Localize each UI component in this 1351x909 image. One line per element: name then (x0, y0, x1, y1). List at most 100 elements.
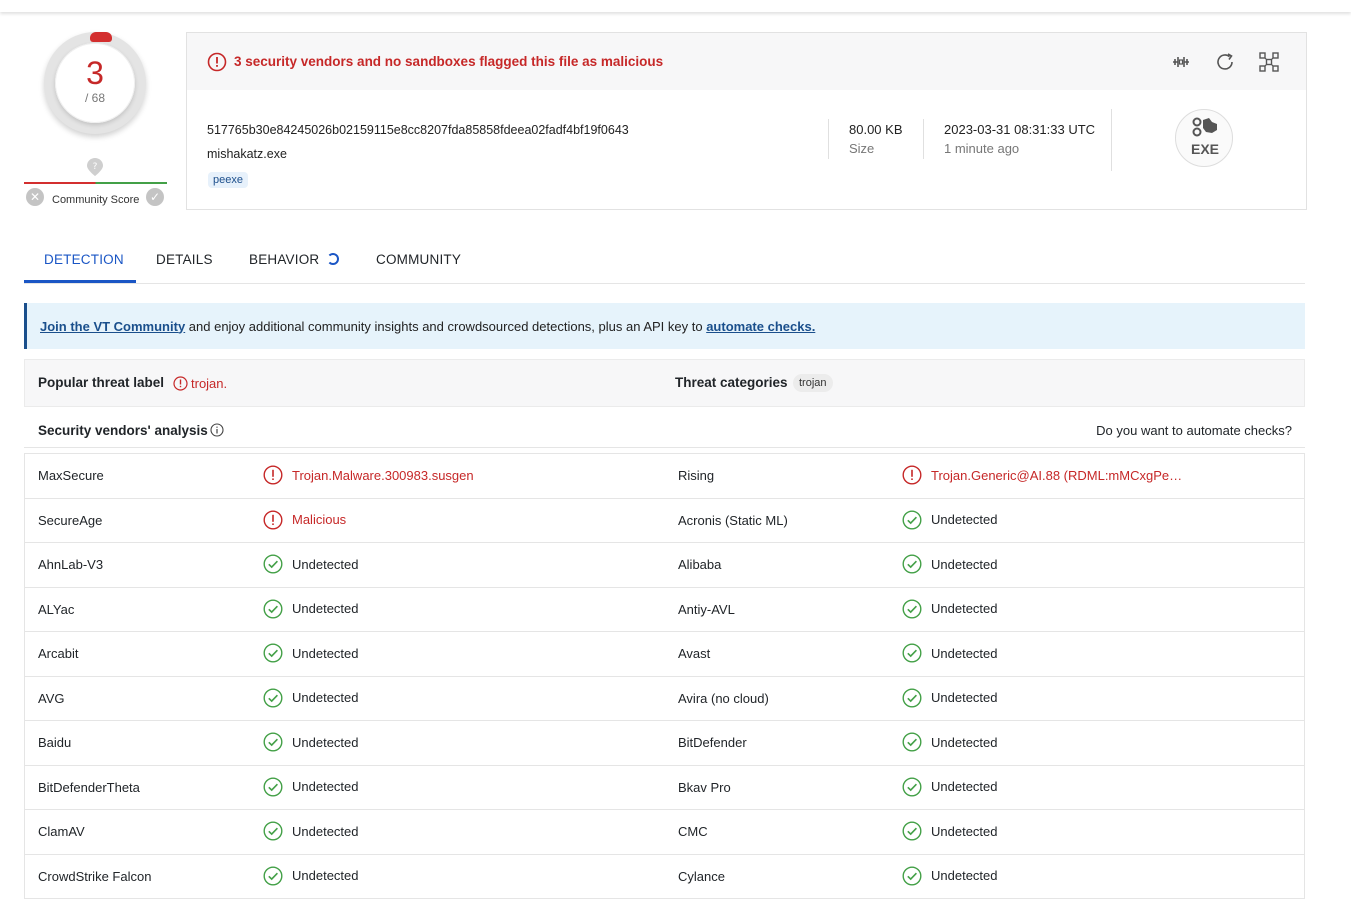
vendor-result-text: Undetected (931, 601, 998, 616)
table-row: Arcabit Undetected Avast Undetected (25, 632, 1304, 677)
top-bar (0, 0, 1351, 12)
vendor-result[interactable]: Trojan.Malware.300983.susgen (263, 465, 474, 485)
file-hash[interactable]: 517765b30e84245026b02159115e8cc8207fda85… (207, 123, 629, 137)
alert-message: 3 security vendors and no sandboxes flag… (234, 54, 664, 69)
vendor-result: Undetected (263, 732, 359, 752)
detection-score-widget: 3 / 68 ? ✕ Community Score ✓ (24, 30, 167, 210)
tab-behavior-label: BEHAVIOR (249, 252, 320, 267)
vendor-result-text: Undetected (931, 645, 998, 661)
vote-malicious-icon[interactable]: ✓ (146, 188, 164, 206)
vendor-result: Undetected (902, 643, 998, 663)
vendor-result: Undetected (263, 865, 359, 886)
automate-checks-prompt[interactable]: Do you want to automate checks? (1096, 423, 1292, 438)
automate-checks-link[interactable]: automate checks. (706, 319, 815, 334)
score-gauge-arc (90, 32, 112, 42)
file-summary-card: 3 security vendors and no sandboxes flag… (186, 32, 1307, 210)
vendor-name: Baidu (38, 735, 72, 750)
threat-category-chip[interactable]: trojan (793, 374, 833, 392)
alert-circle-icon (207, 52, 227, 71)
section-tabs: DETECTION DETAILS BEHAVIOR COMMUNITY (24, 246, 1305, 284)
vendor-result-text: Undetected (931, 690, 998, 705)
vendor-result-text: Undetected (292, 601, 359, 616)
vendor-name: Avira (no cloud) (678, 690, 769, 706)
score-gauge-center: 3 / 68 (55, 43, 135, 123)
vendor-result: Undetected (263, 598, 359, 619)
popular-threat-label-title: Popular threat label (38, 375, 165, 390)
check-circle-icon (902, 732, 922, 752)
vendors-analysis-title: Security vendors' analysis (38, 423, 208, 438)
file-size-value: 80.00 KB (849, 122, 903, 137)
vendor-name: ClamAV (38, 824, 85, 839)
vendor-result-text: Undetected (292, 556, 359, 572)
community-pin-icon: ? (87, 158, 103, 176)
svg-text:?: ? (93, 162, 98, 172)
card-actions (1170, 51, 1280, 73)
vendor-result-text: Undetected (292, 779, 359, 794)
check-circle-icon (263, 821, 283, 841)
vendor-result: Undetected (902, 554, 998, 574)
vendor-result: Undetected (263, 776, 359, 797)
vendor-result: Undetected (263, 554, 359, 574)
check-circle-icon (902, 865, 922, 886)
check-circle-icon (902, 687, 922, 708)
check-circle-icon (263, 776, 283, 797)
vendor-name: Alibaba (678, 557, 722, 572)
graph-icon[interactable] (1258, 51, 1280, 73)
vendor-result-text: Undetected (931, 556, 998, 572)
info-icon[interactable] (210, 423, 224, 437)
vendor-name: MaxSecure (38, 468, 104, 483)
vendor-name: ALYac (38, 601, 75, 617)
check-circle-icon (902, 598, 922, 619)
vendor-result: Undetected (263, 687, 359, 708)
file-size-label: Size (849, 141, 875, 156)
compare-icon[interactable] (1170, 51, 1192, 73)
reanalyze-icon[interactable] (1214, 51, 1236, 73)
vendor-name: SecureAge (38, 512, 103, 528)
vendor-result: Undetected (902, 598, 998, 619)
threat-summary: Popular threat label trojan. Threat cate… (24, 359, 1305, 407)
vendor-name: Bkav Pro (678, 779, 731, 795)
popular-threat-label-value[interactable]: trojan. (191, 376, 227, 391)
community-banner: Join the VT Community and enjoy addition… (24, 303, 1305, 349)
table-row: SecureAge Malicious Acronis (Static ML) Und… (25, 499, 1304, 543)
vendor-result: Undetected (902, 865, 998, 886)
vendor-name: Rising (678, 468, 715, 483)
vendor-result: Undetected (902, 687, 998, 708)
vendor-result-text: Undetected (931, 512, 998, 527)
vendor-result-text: Undetected (292, 645, 359, 661)
tab-behavior[interactable]: BEHAVIOR (249, 252, 340, 267)
vendor-name: AVG (38, 690, 65, 706)
vendor-name: AhnLab-V3 (38, 557, 104, 572)
tab-community[interactable]: COMMUNITY (376, 252, 461, 267)
tab-details[interactable]: DETAILS (156, 252, 213, 267)
vendor-name: CrowdStrike Falcon (38, 868, 152, 884)
check-circle-icon (902, 821, 922, 841)
vendor-result-text: Undetected (931, 734, 998, 750)
detection-count: 3 (86, 55, 104, 91)
vote-harmless-icon[interactable]: ✕ (26, 188, 44, 206)
vendor-result[interactable]: Malicious (263, 509, 346, 530)
vendor-result-text: Trojan.Generic@AI.88 (RDML:mMCxgPe… (931, 467, 1183, 483)
table-row: AhnLab-V3 Undetected Alibaba Undetected (25, 543, 1304, 588)
vendor-name: BitDefender (678, 735, 747, 750)
vendors-table: MaxSecure Trojan.Malware.300983.susgen Ris… (24, 453, 1305, 899)
vendor-result-text: Trojan.Malware.300983.susgen (292, 467, 474, 483)
join-community-link[interactable]: Join the VT Community (40, 319, 185, 334)
analysis-relative-time: 1 minute ago (944, 141, 1020, 156)
table-row: Baidu Undetected BitDefender Undetected (25, 721, 1304, 766)
alert-circle-icon (173, 376, 188, 391)
check-circle-icon (263, 554, 283, 574)
loading-spinner-icon (327, 253, 340, 265)
vendor-result: Undetected (263, 821, 359, 841)
table-row: CrowdStrike Falcon Undetected Cylance Undet… (25, 855, 1304, 899)
alert-bar: 3 security vendors and no sandboxes flag… (187, 33, 1306, 90)
active-tab-indicator (24, 280, 136, 283)
exe-gear-icon (1192, 117, 1217, 137)
vendor-result[interactable]: Trojan.Generic@AI.88 (RDML:mMCxgPe… (902, 465, 1182, 485)
community-score-bar (24, 182, 167, 184)
vendor-result: Undetected (263, 643, 359, 663)
table-row: BitDefenderTheta Undetected Bkav Pro Undete… (25, 766, 1304, 810)
vendor-result-text: Undetected (931, 823, 998, 839)
file-tag[interactable]: peexe (208, 172, 248, 188)
tab-detection[interactable]: DETECTION (44, 252, 124, 267)
